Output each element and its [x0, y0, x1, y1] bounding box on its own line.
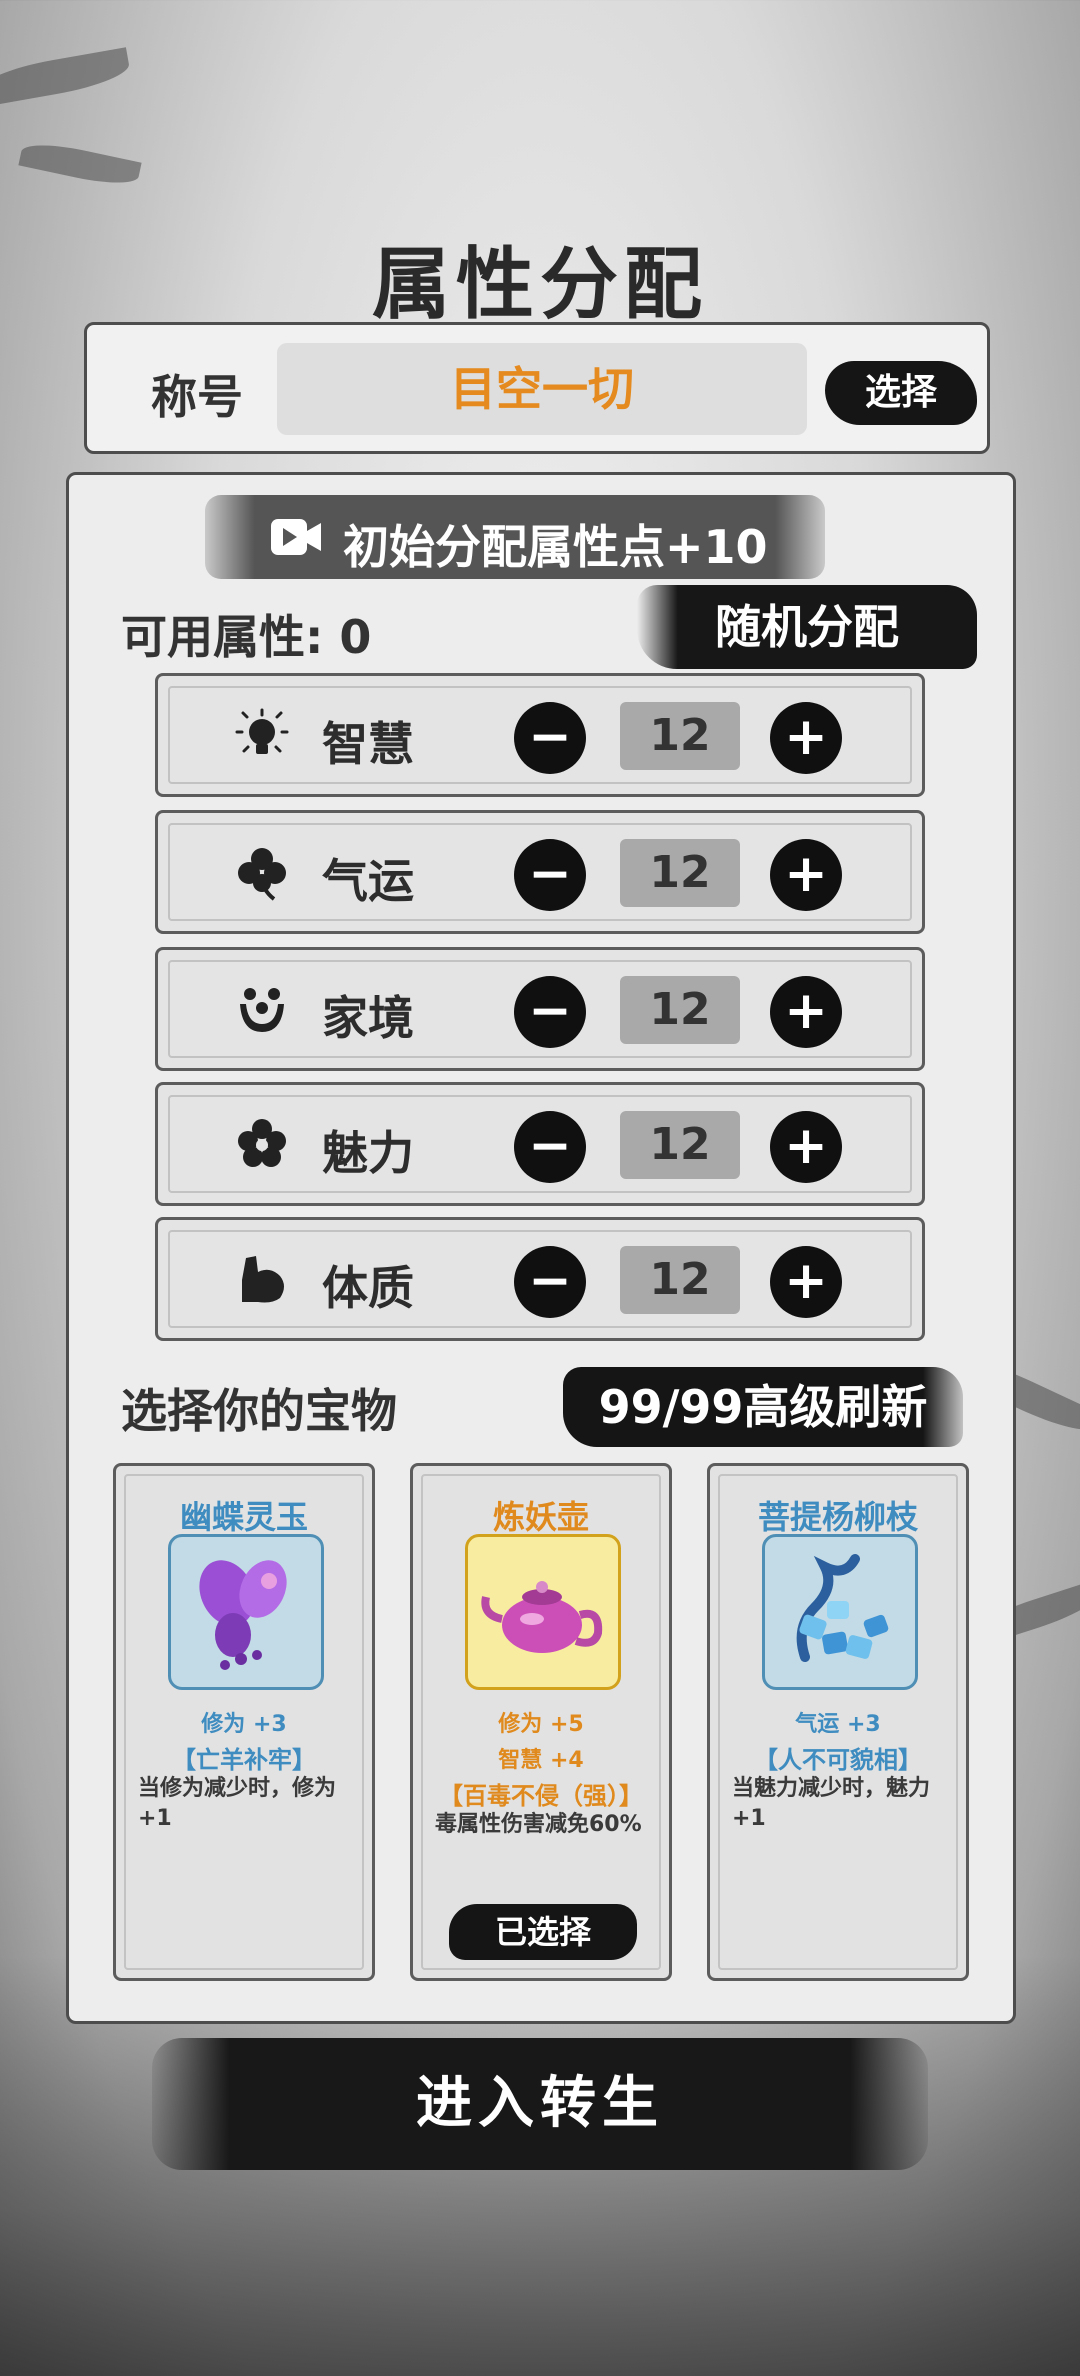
random-allocate-button[interactable]: 随机分配	[637, 585, 977, 669]
muscle-icon	[242, 1256, 284, 1303]
attribute-value: 12	[620, 839, 740, 907]
treasure-image	[168, 1534, 324, 1690]
increase-constitution-button[interactable]: +	[770, 1246, 842, 1318]
clover-icon	[238, 848, 286, 901]
ad-bonus-button[interactable]: 初始分配属性点+10	[205, 495, 825, 579]
available-points-value: 0	[339, 610, 372, 664]
attribute-name: 魅力	[322, 1126, 414, 1180]
title-selector-box: 称号 目空一切 选择	[84, 322, 990, 454]
treasure-stat: 智慧 +4	[498, 1748, 584, 1773]
treasure-image	[465, 1534, 621, 1690]
treasure-name: 幽蝶灵玉	[179, 1498, 308, 1536]
treasure-stat: 气运 +3	[795, 1712, 881, 1737]
enter-reincarnation-button[interactable]: 进入转生	[152, 2038, 928, 2170]
treasure-name: 炼妖壶	[492, 1498, 589, 1536]
decrease-constitution-button[interactable]: −	[514, 1246, 586, 1318]
attribute-row-luck: 气运 − 12 +	[155, 810, 925, 934]
attribute-value: 12	[620, 976, 740, 1044]
decrease-family-button[interactable]: −	[514, 976, 586, 1048]
treasure-section-title: 选择你的宝物	[121, 1384, 397, 1438]
treasure-skill: 【亡羊补牢】	[172, 1746, 316, 1774]
attribute-value: 12	[620, 1111, 740, 1179]
treasure-description: 毒属性伤害减免60%	[435, 1812, 642, 1837]
attribute-value: 12	[620, 1246, 740, 1314]
ad-bonus-text: 初始分配属性点+10	[343, 520, 768, 574]
treasure-stat: 修为 +5	[498, 1712, 584, 1737]
treasure-skill: 【人不可貌相】	[754, 1746, 922, 1774]
teapot-icon	[481, 1581, 603, 1653]
increase-wisdom-button[interactable]: +	[770, 702, 842, 774]
attribute-row-wisdom: 智慧 − 12 +	[155, 673, 925, 797]
decrease-wisdom-button[interactable]: −	[514, 702, 586, 774]
page-title: 属性分配	[371, 239, 708, 330]
available-points: 可用属性: 0	[121, 601, 371, 667]
increase-charm-button[interactable]: +	[770, 1111, 842, 1183]
attribute-name: 体质	[322, 1261, 414, 1315]
decrease-luck-button[interactable]: −	[514, 839, 586, 911]
attribute-name: 智慧	[322, 717, 414, 771]
treasure-name: 菩提杨柳枝	[757, 1498, 918, 1536]
treasure-card-3[interactable]: 菩提杨柳枝 气运 +3 【人不可貌相】 当魅力减少时，魅力+1	[707, 1463, 969, 1981]
treasure-image	[762, 1534, 918, 1690]
flower-icon	[238, 1119, 286, 1167]
attribute-row-constitution: 体质 − 12 +	[155, 1217, 925, 1341]
decrease-charm-button[interactable]: −	[514, 1111, 586, 1183]
attribute-row-family: 家境 − 12 +	[155, 947, 925, 1071]
title-select-button[interactable]: 选择	[825, 361, 977, 425]
butterfly-jade-icon	[199, 1560, 287, 1670]
bamboo-leaf-decoration	[18, 137, 142, 191]
lightbulb-icon	[235, 708, 289, 754]
family-icon	[240, 988, 284, 1032]
treasure-stat: 修为 +3	[201, 1712, 287, 1737]
treasure-description: 当魅力减少时，魅力+1	[732, 1776, 931, 1831]
title-value: 目空一切	[277, 343, 807, 435]
bamboo-leaf-decoration	[0, 47, 132, 107]
attribute-name: 家境	[322, 991, 414, 1045]
video-icon	[271, 519, 321, 555]
increase-family-button[interactable]: +	[770, 976, 842, 1048]
treasure-card-1[interactable]: 幽蝶灵玉 修为 +3 【亡羊补牢】 当修为减少时，修为+1	[113, 1463, 375, 1981]
increase-luck-button[interactable]: +	[770, 839, 842, 911]
advanced-refresh-button[interactable]: 99/99高级刷新	[563, 1367, 963, 1447]
treasure-card-2[interactable]: 炼妖壶 修为 +5 智慧 +4 【百毒不侵（强）】 毒属性伤害减免60% 已选择	[410, 1463, 672, 1981]
treasure-selected-button[interactable]: 已选择	[449, 1904, 637, 1960]
treasure-skill: 【百毒不侵（强）】	[439, 1782, 643, 1810]
willow-branch-icon	[796, 1554, 889, 1662]
attribute-value: 12	[620, 702, 740, 770]
attribute-row-charm: 魅力 − 12 +	[155, 1082, 925, 1206]
attribute-name: 气运	[322, 854, 414, 908]
attribute-panel: 初始分配属性点+10 可用属性: 0 随机分配 智慧 − 12 + 气运 − 1…	[66, 472, 1016, 2024]
treasure-description: 当修为减少时，修为+1	[138, 1776, 337, 1831]
title-label: 称号	[151, 370, 243, 424]
available-points-label: 可用属性:	[121, 610, 324, 664]
